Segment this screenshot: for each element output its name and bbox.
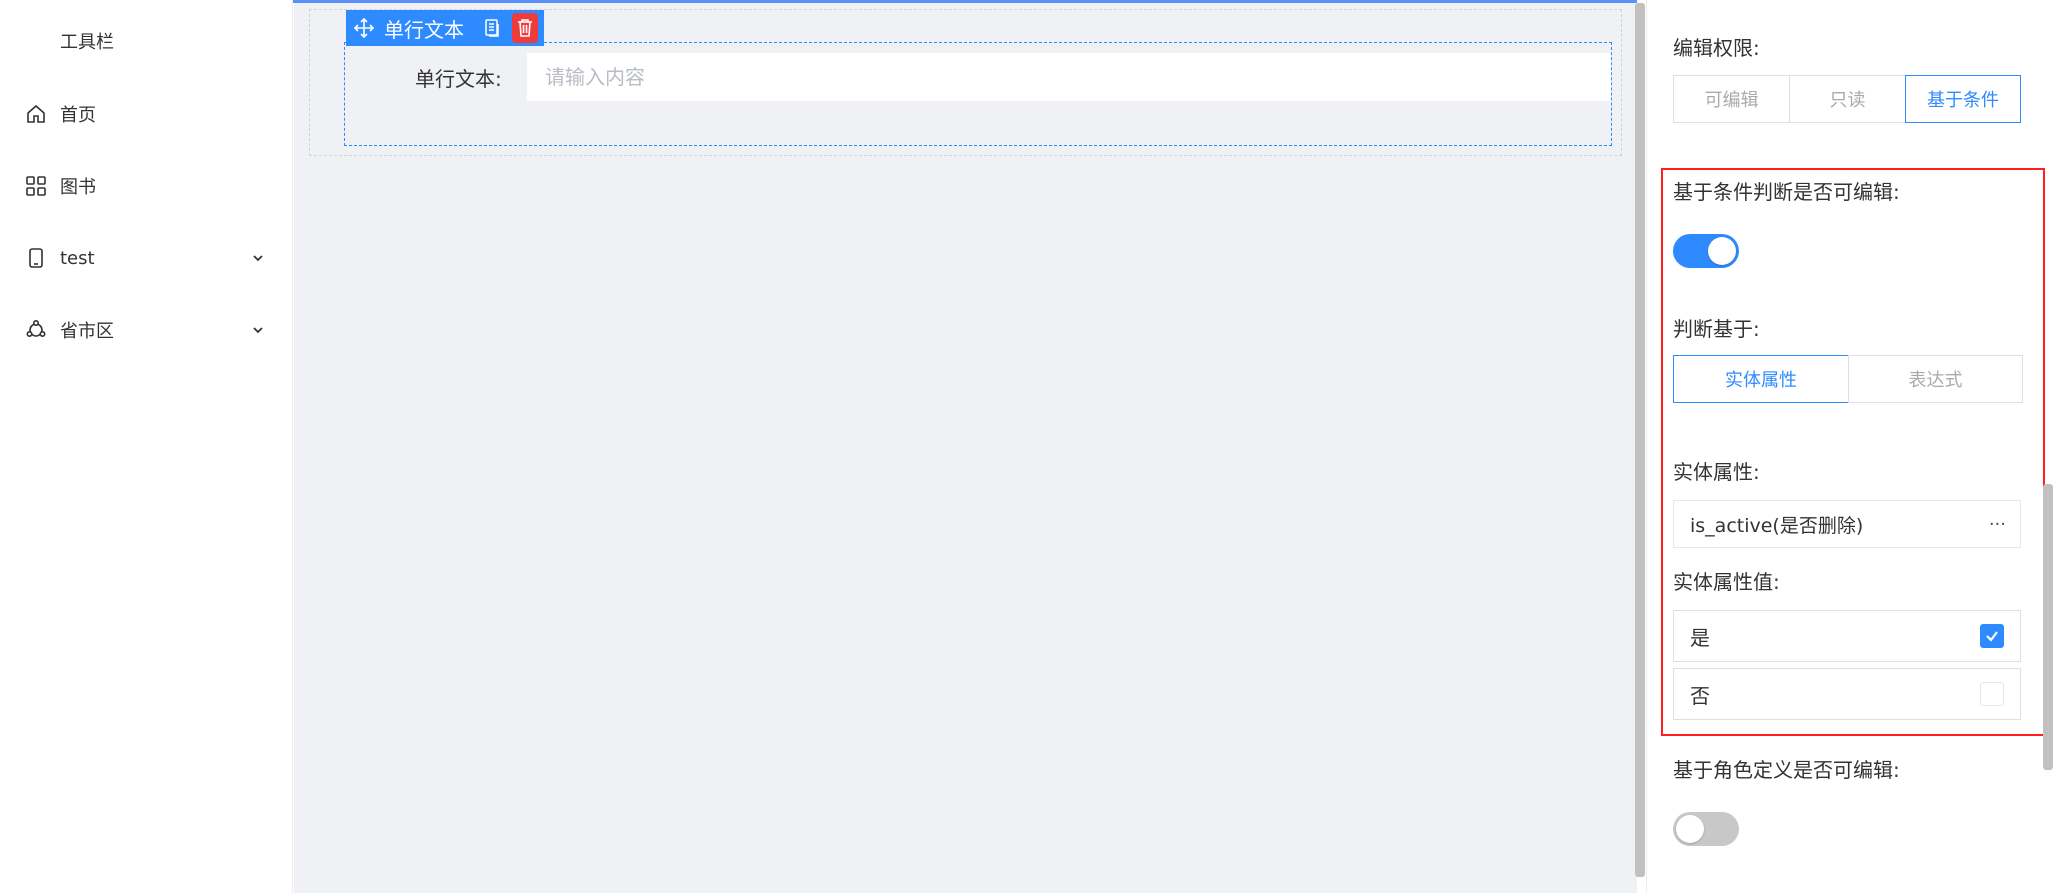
attr-value-option-yes[interactable]: 是 <box>1673 610 2021 662</box>
sidebar-item-label: test <box>60 247 95 269</box>
form-canvas: 单行文本: 单行文本 <box>294 3 1637 893</box>
permission-option-editable[interactable]: 可编辑 <box>1673 75 1790 123</box>
toggle-knob <box>1708 237 1736 265</box>
copy-icon[interactable] <box>480 16 504 40</box>
sidebar-item-label: 省市区 <box>60 321 114 342</box>
attr-value-option-no[interactable]: 否 <box>1673 668 2021 720</box>
properties-panel: 编辑权限: 可编辑 只读 基于条件 基于条件判断是否可编辑: 判断基于: 实体属… <box>1646 0 2053 893</box>
checkbox-icon[interactable] <box>1980 682 2004 706</box>
basis-option-entity-attr[interactable]: 实体属性 <box>1673 355 1849 403</box>
selected-field[interactable]: 单行文本: <box>344 42 1612 146</box>
toggle-knob <box>1676 815 1704 843</box>
entity-attr-label: 实体属性: <box>1673 460 1760 484</box>
edit-permission-segmented: 可编辑 只读 基于条件 <box>1673 75 2021 123</box>
sidebar-item-region[interactable]: 省市区 <box>0 310 293 350</box>
single-line-text-input[interactable] <box>527 53 1611 101</box>
field-type-name: 单行文本 <box>384 17 464 42</box>
move-icon[interactable] <box>352 16 376 40</box>
sidebar-item-label: 首页 <box>60 105 96 126</box>
option-label: 否 <box>1690 683 1710 708</box>
form-container: 单行文本: 单行文本 <box>309 9 1622 156</box>
chevron-down-icon[interactable] <box>250 322 266 338</box>
phone-icon <box>24 246 48 270</box>
conditional-edit-toggle[interactable] <box>1673 234 1739 268</box>
entity-attr-selector[interactable]: is_active(是否删除) ··· <box>1673 500 2021 548</box>
sidebar-item-label: 图书 <box>60 177 96 198</box>
option-label: 是 <box>1690 625 1710 650</box>
panel-scrollbar[interactable] <box>2043 484 2053 770</box>
role-edit-toggle[interactable] <box>1673 812 1739 846</box>
more-icon[interactable]: ··· <box>1989 514 2006 535</box>
role-edit-label: 基于角色定义是否可编辑: <box>1673 758 1900 782</box>
sidebar-title: 工具栏 <box>60 32 114 53</box>
field-toolbar: 单行文本 <box>346 10 544 46</box>
sidebar-item-home[interactable]: 首页 <box>0 94 293 134</box>
delete-icon[interactable] <box>512 13 538 43</box>
permission-option-conditional[interactable]: 基于条件 <box>1905 75 2021 123</box>
entity-attr-value: is_active(是否删除) <box>1690 514 1864 537</box>
checkbox-checked-icon[interactable] <box>1980 624 2004 648</box>
cluster-icon <box>24 318 48 342</box>
judge-basis-segmented: 实体属性 表达式 <box>1673 355 2023 403</box>
sidebar-item-test[interactable]: test <box>0 238 293 278</box>
field-label: 单行文本: <box>415 67 502 91</box>
edit-permission-label: 编辑权限: <box>1673 36 1760 60</box>
sidebar-item-books[interactable]: 图书 <box>0 166 293 206</box>
basis-option-expression[interactable]: 表达式 <box>1848 355 2023 403</box>
grid-icon <box>24 174 48 198</box>
judge-basis-label: 判断基于: <box>1673 317 1760 341</box>
canvas-scrollbar[interactable] <box>1635 3 1645 877</box>
chevron-down-icon[interactable] <box>250 250 266 266</box>
conditional-edit-label: 基于条件判断是否可编辑: <box>1673 180 1900 204</box>
home-icon <box>24 102 48 126</box>
permission-option-readonly[interactable]: 只读 <box>1789 75 1906 123</box>
sidebar: 工具栏 首页 图书 test 省市区 <box>0 0 293 893</box>
entity-attr-value-label: 实体属性值: <box>1673 570 1780 594</box>
